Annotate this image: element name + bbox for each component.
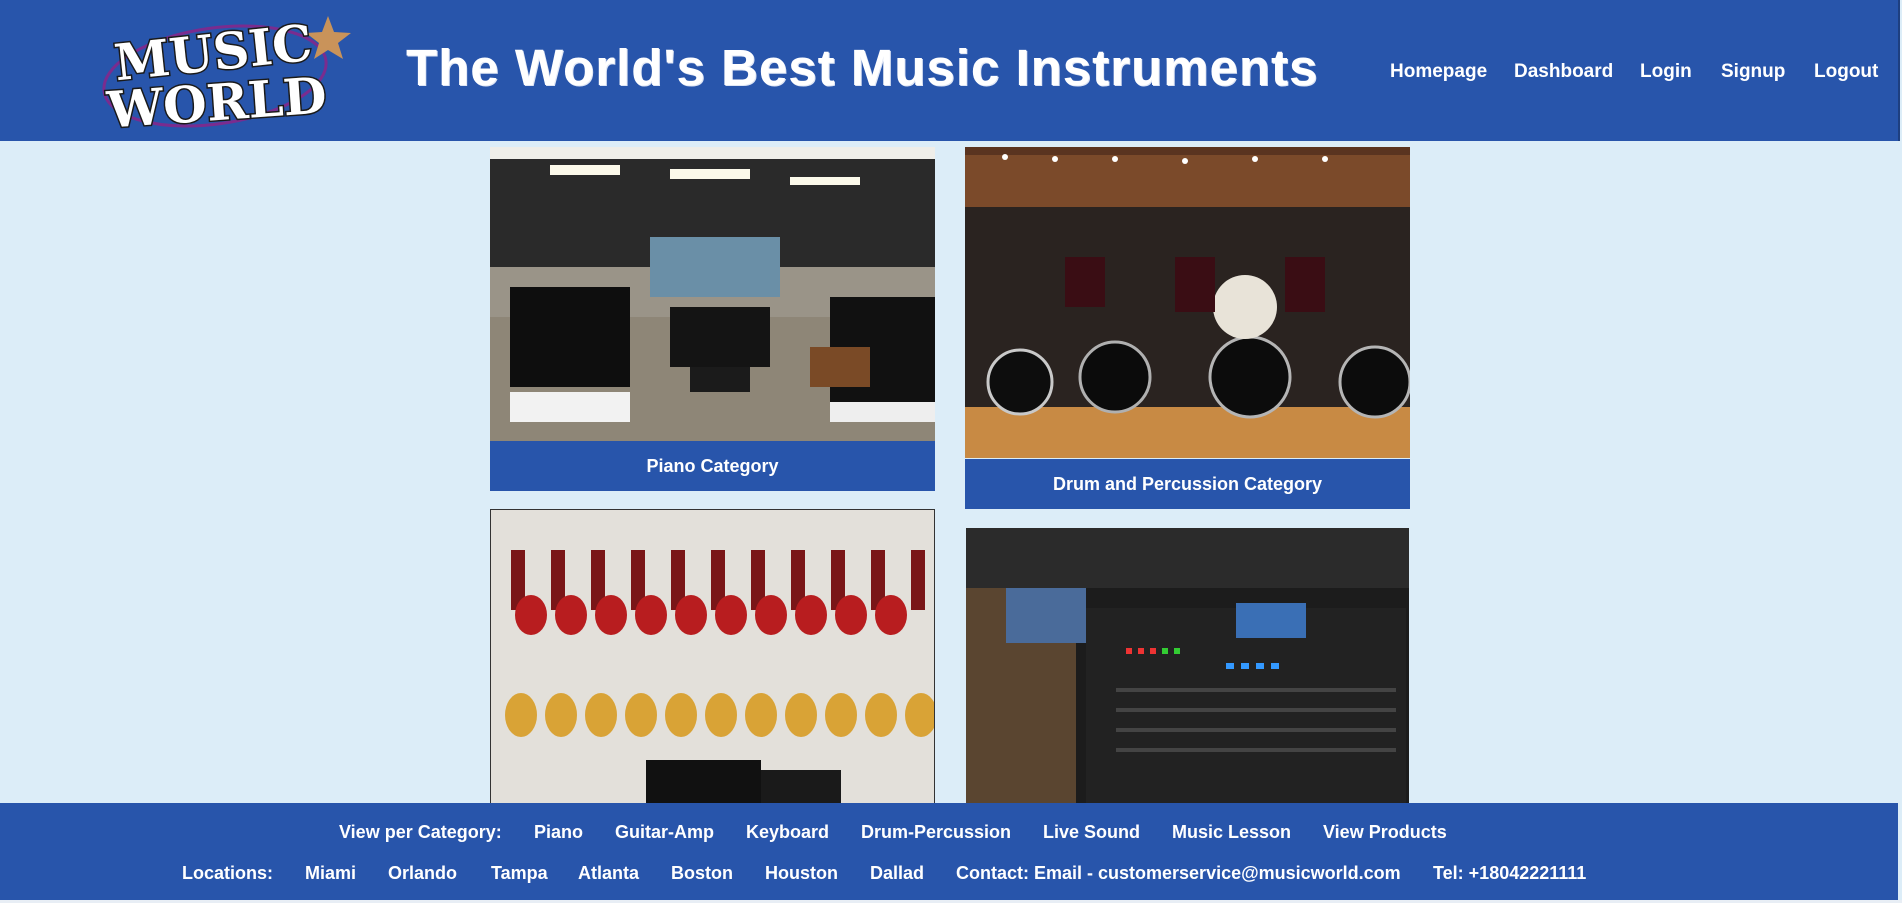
footer-link-view-products[interactable]: View Products [1323,822,1447,843]
nav-dashboard-link[interactable]: Dashboard [1514,61,1613,83]
footer-link-live-sound[interactable]: Live Sound [1043,822,1140,843]
footer-link-piano[interactable]: Piano [534,822,583,843]
category-caption-drum-percussion[interactable]: Drum and Percussion Category [965,459,1410,509]
footer-link-guitar-amp[interactable]: Guitar-Amp [615,822,714,843]
footer-category-row: View per Category: Piano Guitar-Amp Keyb… [0,822,1898,846]
category-card-guitar-amp[interactable] [490,509,935,803]
category-card-drum-percussion[interactable]: Drum and Percussion Category [965,147,1410,510]
nav-login-link[interactable]: Login [1640,61,1692,83]
guitar-wall-image[interactable] [490,509,935,803]
category-card-live-sound[interactable] [966,528,1411,803]
category-caption-piano[interactable]: Piano Category [490,441,935,491]
footer-location-tampa[interactable]: Tampa [491,863,548,884]
footer-location-boston[interactable]: Boston [671,863,733,884]
nav-logout-link[interactable]: Logout [1814,61,1878,83]
footer-contact-email[interactable]: Contact: Email - customerservice@musicwo… [956,863,1401,884]
footer-locations-row: Locations: Miami Orlando Tampa Atlanta B… [0,863,1898,887]
footer-location-miami[interactable]: Miami [305,863,356,884]
footer-link-music-lesson[interactable]: Music Lesson [1172,822,1291,843]
footer-location-orlando[interactable]: Orlando [388,863,457,884]
footer-location-dallad[interactable]: Dallad [870,863,924,884]
category-card-piano[interactable]: Piano Category [490,147,935,493]
footer-contact-phone[interactable]: Tel: +18042221111 [1433,863,1586,884]
nav-signup-link[interactable]: Signup [1721,61,1785,83]
top-navigation: Homepage Dashboard Login Signup Logout [0,61,1898,85]
site-header: MUSIC WORLD The World's Best Music Instr… [0,0,1900,141]
mixing-console-image[interactable] [966,528,1409,803]
nav-homepage-link[interactable]: Homepage [1390,61,1487,83]
footer-locations-label: Locations: [182,863,274,883]
site-footer: View per Category: Piano Guitar-Amp Keyb… [0,803,1898,900]
footer-link-keyboard[interactable]: Keyboard [746,822,829,843]
category-grid: Piano Category Drum and Percussion Categ… [0,141,1902,803]
footer-location-atlanta[interactable]: Atlanta [578,863,639,884]
piano-showroom-image[interactable] [490,147,935,441]
drum-showroom-image[interactable] [965,147,1410,458]
footer-link-drum-percussion[interactable]: Drum-Percussion [861,822,1011,843]
footer-category-label: View per Category: [339,822,502,842]
footer-location-houston[interactable]: Houston [765,863,838,884]
